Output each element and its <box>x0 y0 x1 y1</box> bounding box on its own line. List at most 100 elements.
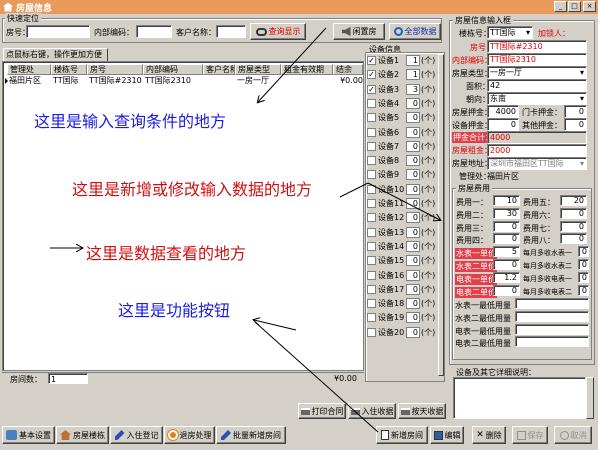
equipment-checkbox[interactable] <box>367 213 376 223</box>
house-building-button[interactable]: 房屋楼栋 <box>56 426 109 444</box>
minimum-usage-input[interactable] <box>515 298 589 309</box>
equipment-item[interactable]: 设备10 0 (个) <box>367 183 444 196</box>
minimum-usage-input[interactable] <box>515 310 589 322</box>
basic-settings-button[interactable]: 基本设置 <box>2 426 55 444</box>
address-select[interactable]: 深圳市福田区TT国际 ▾ <box>487 157 587 170</box>
equipment-qty[interactable]: 0 <box>406 240 420 252</box>
equipment-item[interactable]: 设备16 0 (个) <box>367 269 444 282</box>
equipment-qty[interactable]: 0 <box>406 269 420 281</box>
equipment-qty[interactable]: 0 <box>406 198 420 209</box>
equipment-item[interactable]: 设备19 0 (个) <box>367 311 444 324</box>
cancel-button[interactable]: 取消 <box>554 426 592 444</box>
column-header[interactable]: 房号 <box>87 64 143 75</box>
equipment-checkbox[interactable] <box>367 256 376 266</box>
equipment-item[interactable]: 设备20 0 (个) <box>367 326 444 339</box>
fee-input[interactable]: 0 <box>493 220 520 232</box>
list-tab[interactable]: 点鼠标右键，操作更加方便 <box>3 48 108 61</box>
equipment-item[interactable]: 设备7 0 (个) <box>367 140 444 153</box>
equipment-checkbox[interactable] <box>367 284 376 294</box>
daily-receipt-button[interactable]: 按天收据 <box>398 403 446 419</box>
house-no-form-input[interactable]: TT国际#2310 <box>487 40 587 53</box>
column-header[interactable]: 租金有效期 <box>281 64 333 75</box>
column-header[interactable]: 管理处 <box>7 64 51 75</box>
equipment-checkbox[interactable] <box>367 327 376 337</box>
edit-button[interactable]: 编辑 <box>430 426 464 444</box>
equipment-qty[interactable]: 0 <box>406 226 420 238</box>
equipment-item[interactable]: 设备11 0 (个) <box>367 197 444 210</box>
column-header[interactable]: 结余 <box>333 64 363 75</box>
maximize-button[interactable]: □ <box>568 1 581 12</box>
remark-textarea[interactable] <box>453 377 586 419</box>
equipment-qty[interactable]: 0 <box>406 169 420 181</box>
equipment-qty[interactable]: 0 <box>406 97 420 109</box>
equipment-qty[interactable]: 3 <box>406 83 420 95</box>
equipment-qty[interactable]: 0 <box>406 255 420 267</box>
fee-input[interactable]: 5 <box>493 246 520 258</box>
equipment-qty[interactable]: 0 <box>406 112 420 124</box>
card-deposit-input[interactable]: 0 <box>564 105 587 118</box>
batch-add-rooms-button[interactable]: 批量新增房间 <box>216 426 286 444</box>
fee-input[interactable]: 0 <box>493 233 520 245</box>
close-button[interactable]: × <box>583 1 596 12</box>
equipment-checkbox[interactable] <box>367 156 376 166</box>
equipment-qty[interactable]: 1 <box>406 69 420 81</box>
equipment-item[interactable]: 设备13 0 (个) <box>367 226 444 239</box>
equipment-qty[interactable]: 1 <box>406 55 420 66</box>
add-room-button[interactable]: 新增房间 <box>376 426 428 444</box>
customer-name-input[interactable] <box>216 25 246 38</box>
monthly-extra-input[interactable]: 0 <box>578 284 589 296</box>
equipment-item[interactable]: 设备15 0 (个) <box>367 254 444 267</box>
area-input[interactable]: 42 <box>487 79 587 92</box>
equipment-qty[interactable]: 0 <box>406 126 420 138</box>
orientation-select[interactable]: 东南 ▾ <box>487 92 587 105</box>
equipment-checkbox[interactable] <box>367 313 376 323</box>
table-row[interactable]: 福田片区 TT国际 TT国际#2310 TT国际2310 一房一厅 ¥0.00 <box>5 76 363 86</box>
other-deposit-input[interactable]: 0 <box>564 118 587 131</box>
equipment-checkbox[interactable] <box>367 127 376 137</box>
equipment-item[interactable]: 设备8 0 (个) <box>367 154 444 167</box>
checkin-register-button[interactable]: 入住登记 <box>110 426 163 444</box>
equipment-checkbox[interactable] <box>367 241 376 251</box>
equipment-item[interactable]: 设备9 0 (个) <box>367 168 444 181</box>
house-no-input[interactable] <box>26 25 90 38</box>
fee-input[interactable]: 10 <box>493 195 520 206</box>
equipment-qty[interactable]: 0 <box>406 212 420 224</box>
equipment-checkbox[interactable] <box>367 270 376 280</box>
column-header[interactable]: 楼栋号 <box>51 64 87 75</box>
rent-input[interactable]: 2000 <box>487 144 587 157</box>
equipment-checkbox[interactable] <box>367 184 376 194</box>
checkout-button[interactable]: 退房处理 <box>164 426 215 444</box>
equipment-checkbox[interactable] <box>367 170 376 180</box>
equipment-qty[interactable]: 0 <box>406 326 420 338</box>
column-header[interactable]: 客户名称 <box>203 64 235 75</box>
fee-input[interactable]: 0 <box>560 220 587 232</box>
print-contract-button[interactable]: 打印合同 <box>298 403 346 419</box>
fee-input[interactable]: 0 <box>560 233 587 245</box>
equipment-qty[interactable]: 0 <box>406 298 420 310</box>
monthly-extra-input[interactable]: 0 <box>578 271 589 283</box>
column-header[interactable]: 房屋类型 <box>235 64 281 75</box>
equipment-checkbox[interactable]: ✓ <box>367 84 376 94</box>
fee-input[interactable]: 0 <box>493 259 520 270</box>
equipment-item[interactable]: 设备12 0 (个) <box>367 211 444 224</box>
equipment-qty[interactable]: 0 <box>406 140 420 152</box>
minimum-usage-input[interactable] <box>515 323 589 335</box>
equipment-deposit-input[interactable]: 0 <box>487 118 519 131</box>
column-header[interactable]: 内部编码 <box>143 64 203 75</box>
minimize-button[interactable]: _ <box>554 1 567 12</box>
all-data-button[interactable]: 全部数据 <box>389 23 441 40</box>
equipment-qty[interactable]: 0 <box>406 155 420 167</box>
house-type-select[interactable]: 一房一厅 ▾ <box>487 66 587 79</box>
equipment-checkbox[interactable] <box>367 98 376 108</box>
vacant-room-button[interactable]: 闲置房 <box>333 23 385 40</box>
equipment-checkbox[interactable] <box>367 141 376 151</box>
fee-input[interactable]: 1.2 <box>493 271 520 283</box>
code-form-input[interactable]: TT国际2310 <box>487 53 587 66</box>
equipment-item[interactable]: ✓ 设备1 1 (个) <box>367 54 444 67</box>
equipment-qty[interactable]: 0 <box>406 283 420 295</box>
equipment-checkbox[interactable] <box>367 299 376 309</box>
equipment-item[interactable]: 设备14 0 (个) <box>367 240 444 253</box>
equipment-item[interactable]: 设备4 0 (个) <box>367 97 444 110</box>
monthly-extra-input[interactable]: 0 <box>578 259 589 270</box>
checkin-receipt-button[interactable]: 入住收据 <box>348 403 396 419</box>
